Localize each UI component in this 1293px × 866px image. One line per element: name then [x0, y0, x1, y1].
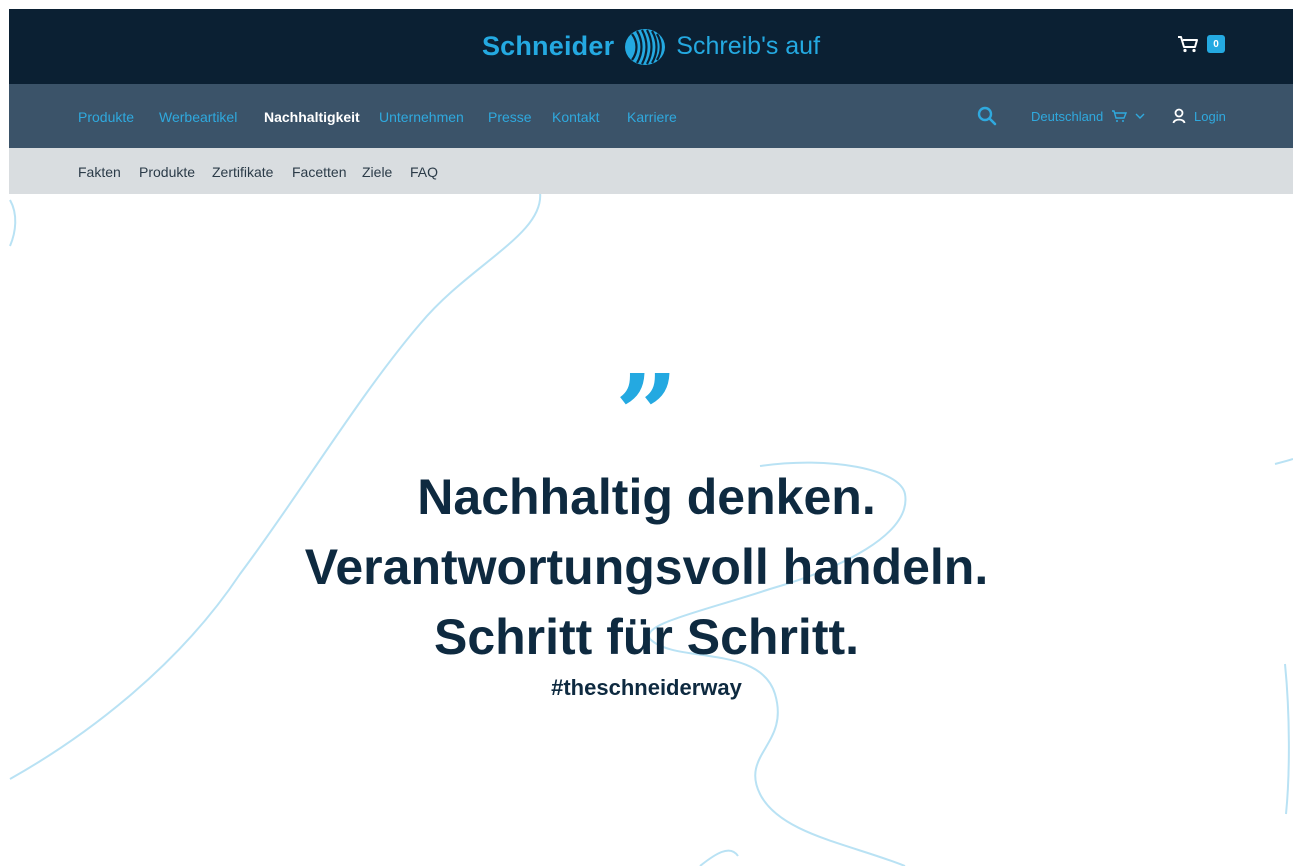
nav-item-produkte[interactable]: Produkte — [78, 84, 134, 148]
nav-item-presse[interactable]: Presse — [488, 84, 532, 148]
hero-headline: Nachhaltig denken. Verantwortungsvoll ha… — [0, 462, 1293, 672]
subnav-item-fakten[interactable]: Fakten — [78, 148, 121, 194]
header-cart[interactable]: 0 — [1177, 35, 1225, 53]
country-selector[interactable]: Deutschland — [1031, 84, 1145, 148]
hero-line-3: Schritt für Schritt. — [433, 609, 860, 665]
cart-outline-icon — [1112, 110, 1128, 122]
schneider-wave-logo-icon — [625, 28, 666, 65]
quote-mark-icon: ” — [614, 350, 679, 479]
login-link[interactable]: Login — [1172, 84, 1226, 148]
logo-tagline: Schreib's auf — [676, 32, 821, 60]
hero-line-2: Verantwortungsvoll handeln. — [304, 539, 989, 595]
subnav-item-zertifikate[interactable]: Zertifikate — [212, 148, 273, 194]
user-icon — [1172, 108, 1186, 124]
hero-line-1: Nachhaltig denken. — [417, 469, 876, 525]
site-logo[interactable]: Schneider Schreib's auf — [9, 9, 1293, 84]
shopping-cart-icon — [1178, 36, 1198, 53]
nav-item-nachhaltigkeit[interactable]: Nachhaltigkeit — [264, 84, 360, 148]
login-label: Login — [1194, 108, 1226, 124]
hero-hashtag: #theschneiderway — [551, 675, 742, 700]
nav-item-karriere[interactable]: Karriere — [627, 84, 677, 148]
subnav-item-faq[interactable]: FAQ — [410, 148, 438, 194]
main-navigation: Produkte Werbeartikel Nachhaltigkeit Unt… — [9, 84, 1293, 148]
subnav-item-ziele[interactable]: Ziele — [362, 148, 392, 194]
cart-count-badge: 0 — [1207, 35, 1225, 53]
country-label: Deutschland — [1031, 108, 1104, 124]
chevron-down-icon — [1135, 113, 1145, 119]
logo-brand-text: Schneider — [481, 31, 615, 61]
search-icon[interactable] — [977, 106, 997, 126]
nav-item-kontakt[interactable]: Kontakt — [552, 84, 599, 148]
subnav-item-produkte[interactable]: Produkte — [139, 148, 195, 194]
top-header: Schneider Schreib's auf 0 — [9, 9, 1293, 84]
nav-item-unternehmen[interactable]: Unternehmen — [379, 84, 464, 148]
nav-item-werbeartikel[interactable]: Werbeartikel — [159, 84, 237, 148]
sub-navigation: Fakten Produkte Zertifikate Facetten Zie… — [9, 148, 1293, 194]
subnav-item-facetten[interactable]: Facetten — [292, 148, 346, 194]
